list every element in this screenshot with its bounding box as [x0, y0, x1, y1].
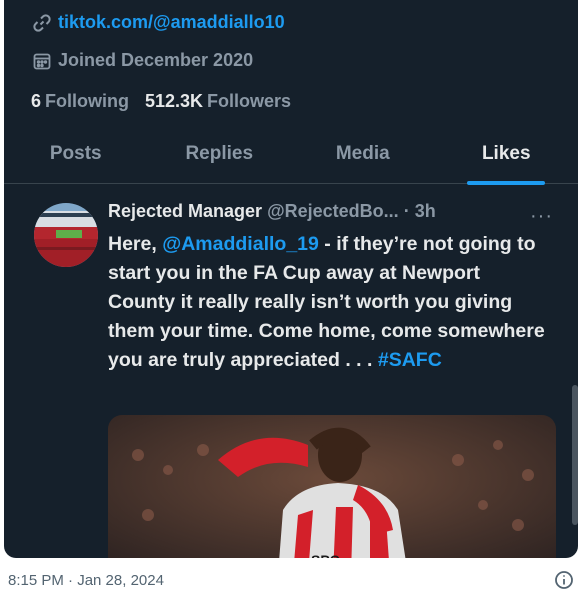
header-separator: ·	[403, 201, 410, 221]
tab-posts[interactable]: Posts	[4, 128, 148, 183]
following-label: Following	[45, 91, 129, 111]
more-options-icon[interactable]: ···	[530, 205, 553, 228]
tab-likes[interactable]: Likes	[435, 128, 579, 183]
calendar-icon	[32, 51, 52, 71]
tweet-text-start: Here,	[108, 233, 163, 255]
joined-text: Joined December 2020	[58, 50, 254, 70]
tweet-header: Rejected Manager @RejectedBo... · 3h	[108, 201, 436, 222]
following-count: 6	[31, 91, 42, 111]
followers-count: 512.3K	[145, 91, 204, 111]
hashtag-link[interactable]: #SAFC	[378, 349, 442, 371]
scrollbar[interactable]	[572, 385, 578, 525]
tab-replies[interactable]: Replies	[148, 128, 292, 183]
profile-tabs: Posts Replies Media Likes	[4, 128, 578, 184]
follow-stats: 6 Following 512.3K Followers	[31, 91, 307, 112]
liked-tweet[interactable]: Rejected Manager @RejectedBo... · 3h ···…	[4, 185, 578, 558]
profile-link-text[interactable]: tiktok.com/@amaddiallo10	[58, 12, 285, 33]
tweet-text: Here, @Amaddiallo_19 - if they’re not go…	[108, 230, 548, 375]
joined-date: Joined December 2020	[32, 50, 253, 71]
info-icon[interactable]	[554, 570, 574, 590]
tweet-media-image[interactable]: SPC	[108, 415, 556, 558]
followers-label: Followers	[207, 91, 292, 111]
svg-text:SPC: SPC	[311, 552, 340, 558]
avatar[interactable]	[34, 203, 98, 267]
screenshot-panel: tiktok.com/@amaddiallo10 Joined December…	[4, 0, 578, 558]
tab-media[interactable]: Media	[291, 128, 435, 183]
followers-link[interactable]: 512.3K Followers	[145, 91, 291, 112]
post-timestamp[interactable]: 8:15 PM · Jan 28, 2024	[8, 572, 164, 589]
profile-link[interactable]: tiktok.com/@amaddiallo10	[32, 12, 285, 33]
mention-link[interactable]: @Amaddiallo_19	[162, 233, 319, 255]
following-link[interactable]: 6 Following	[31, 91, 129, 112]
author-handle[interactable]: @RejectedBo...	[267, 201, 399, 221]
link-icon	[32, 13, 52, 33]
tweet-time[interactable]: 3h	[415, 201, 436, 221]
author-name[interactable]: Rejected Manager	[108, 201, 262, 221]
